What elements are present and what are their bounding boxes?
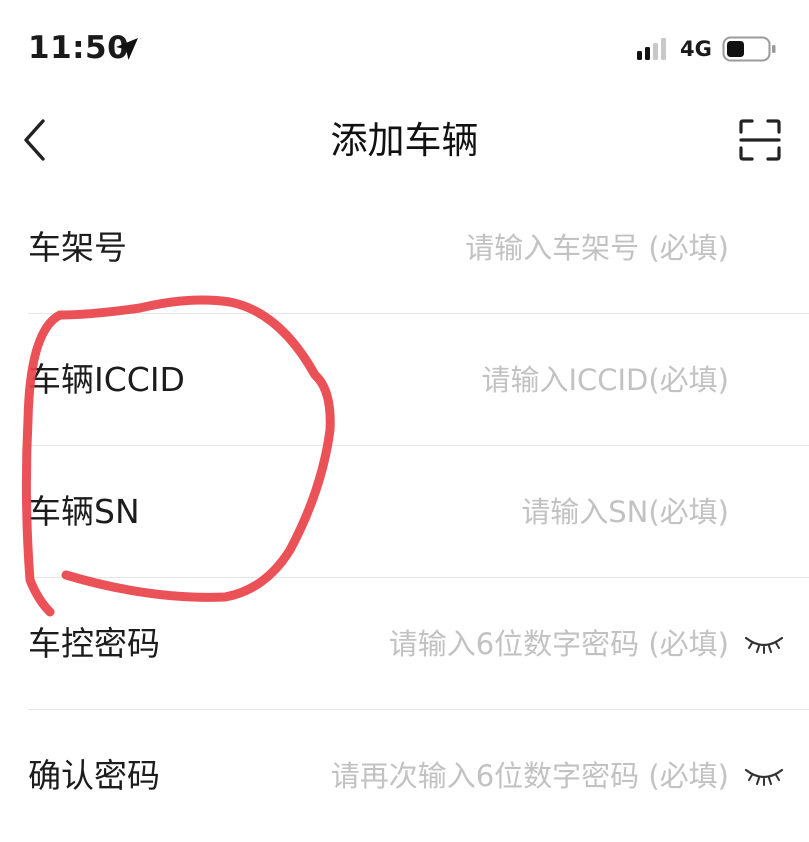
network-type: 4G: [680, 37, 712, 61]
control-password-label: 车控密码: [28, 624, 160, 663]
iccid-input[interactable]: [259, 352, 729, 408]
control-password-input[interactable]: [259, 616, 729, 672]
sn-input[interactable]: [259, 484, 729, 540]
eye-closed-icon[interactable]: [743, 764, 785, 788]
location-arrow-icon: [116, 38, 138, 60]
iccid-row: 车辆ICCID: [0, 314, 809, 446]
battery-icon: [722, 36, 776, 62]
confirm-password-row: 确认密码: [0, 710, 809, 842]
add-vehicle-form: 车架号 车辆ICCID 车辆SN 车控密码 确认密码: [0, 182, 809, 842]
nav-bar: 添加车辆: [0, 96, 809, 188]
frame-number-label: 车架号: [28, 228, 127, 267]
signal-icon: [637, 38, 666, 60]
frame-number-input[interactable]: [259, 220, 729, 276]
status-bar: 11:50 4G: [0, 0, 809, 96]
frame-number-row: 车架号: [0, 182, 809, 314]
sn-row: 车辆SN: [0, 446, 809, 578]
eye-closed-icon[interactable]: [743, 632, 785, 656]
confirm-password-input[interactable]: [229, 748, 729, 804]
control-password-row: 车控密码: [0, 578, 809, 710]
scan-icon[interactable]: [738, 118, 782, 162]
page-title: 添加车辆: [330, 119, 479, 162]
sn-label: 车辆SN: [28, 492, 140, 531]
iccid-label: 车辆ICCID: [28, 360, 185, 399]
confirm-password-label: 确认密码: [28, 756, 160, 795]
